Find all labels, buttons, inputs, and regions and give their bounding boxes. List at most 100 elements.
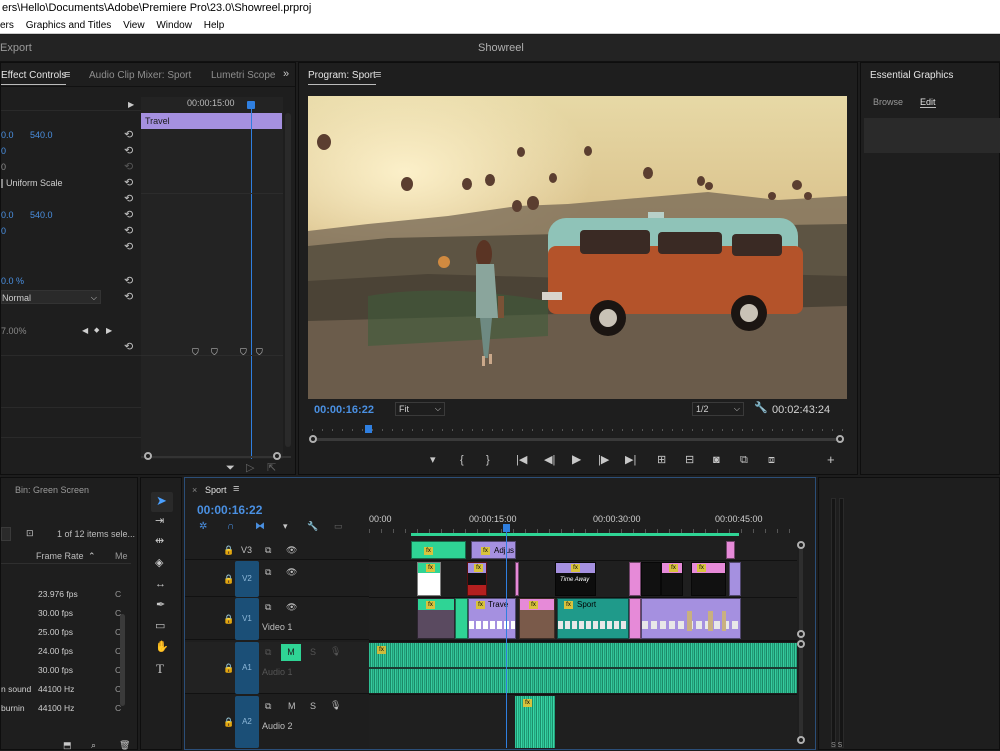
track-select-tool-icon[interactable]: ⇥ xyxy=(155,516,164,527)
timeline-timecode[interactable]: 00:00:16:22 xyxy=(197,503,262,517)
reset-icon[interactable]: ⟲ xyxy=(124,273,133,289)
tab-edit[interactable]: Edit xyxy=(920,97,936,108)
close-sequence-icon[interactable]: × xyxy=(192,485,197,495)
clip-black-v2c[interactable]: fx xyxy=(691,562,726,596)
wrench-icon[interactable]: 🔧 xyxy=(754,403,768,414)
clip-purple-v2[interactable] xyxy=(729,562,741,596)
menu-item-view[interactable]: View xyxy=(123,17,145,34)
sync-lock-icon[interactable]: ⧉ xyxy=(265,701,271,712)
add-keyframe-icon[interactable]: ◆ xyxy=(94,323,99,339)
solo-button-a1[interactable]: S xyxy=(310,647,316,657)
clip-bar-travel[interactable]: Travel xyxy=(141,113,282,129)
add-button-icon[interactable]: + xyxy=(827,453,835,466)
panel-menu-icon[interactable]: ≡ xyxy=(375,70,381,81)
reset-icon[interactable]: ⟲ xyxy=(124,207,133,223)
clip-video-v1a[interactable]: fx xyxy=(417,598,455,639)
track-target-a2[interactable]: A2 xyxy=(235,696,259,748)
play-audio-icon[interactable]: ▷ xyxy=(246,463,254,474)
lock-icon[interactable]: 🔒 xyxy=(223,545,234,556)
scale-value[interactable]: 0 xyxy=(1,143,6,159)
scroll-handle-middle[interactable] xyxy=(797,630,805,638)
clip-title-v2[interactable]: fx Time Away xyxy=(555,562,596,596)
filter-icon[interactable]: ⏷ xyxy=(226,463,235,474)
timeline-ruler[interactable]: 00:00 00:00:15:00 00:00:30:00 00:00:45:0… xyxy=(369,508,797,538)
work-area-bar[interactable] xyxy=(411,533,739,536)
program-playhead-handle[interactable] xyxy=(365,425,373,433)
uniform-scale-label[interactable]: Uniform Scale xyxy=(6,175,63,191)
rectangle-tool-icon[interactable]: ▭ xyxy=(155,621,165,632)
zoom-handle-left[interactable] xyxy=(144,452,152,460)
sync-lock-icon[interactable]: ⧉ xyxy=(265,602,271,613)
mute-button-a2[interactable]: M xyxy=(288,701,296,711)
add-marker-icon[interactable]: ▾ xyxy=(430,455,436,466)
clip-sport[interactable]: fx Sport xyxy=(557,598,629,639)
microphone-icon[interactable]: 🎙 xyxy=(330,646,341,657)
sequence-tab[interactable]: Sport xyxy=(205,485,227,495)
clip-green-v1[interactable] xyxy=(455,598,468,639)
solo-button-a2[interactable]: S xyxy=(310,701,316,711)
track-target-a1[interactable]: A1 xyxy=(235,642,259,694)
pen-tool-icon[interactable]: ✒ xyxy=(156,600,165,611)
anchor-y-value[interactable]: 540.0 xyxy=(30,207,53,223)
position-y-value[interactable]: 540.0 xyxy=(30,127,53,143)
project-item-row[interactable]: n sound 44100 Hz C xyxy=(1,680,121,698)
project-item-row[interactable]: 30.00 fps C xyxy=(1,604,121,622)
keyframe-icon[interactable]: ⛉ xyxy=(192,347,199,358)
keyframe-icon[interactable]: ⛉ xyxy=(256,347,263,358)
lock-icon[interactable]: 🔒 xyxy=(223,663,234,674)
keyframe-icon[interactable]: ⛉ xyxy=(240,347,247,358)
scroll-handle-right[interactable] xyxy=(836,435,844,443)
track-target-v2[interactable]: V2 xyxy=(235,561,259,597)
speed-value[interactable]: 7.00% xyxy=(1,323,27,339)
clip-pink-v2a[interactable] xyxy=(629,562,641,596)
clip-pink-v3[interactable] xyxy=(726,541,735,559)
audio-waveform-a1[interactable]: fx xyxy=(369,643,797,693)
effect-controls-timeline[interactable]: 00:00:15:00 Travel ⛉ ⛉ ⛉ ⛉ xyxy=(141,97,283,459)
lock-icon[interactable]: 🔒 xyxy=(223,614,234,625)
clip-white-v2[interactable]: fx xyxy=(417,562,441,596)
play-icon[interactable]: ▶ xyxy=(572,453,581,465)
extract-icon[interactable]: ⊟ xyxy=(685,455,694,466)
go-to-out-icon[interactable]: ▶| xyxy=(625,455,636,466)
next-keyframe-icon[interactable]: ▶ xyxy=(106,323,112,339)
tab-browse[interactable]: Browse xyxy=(873,97,903,107)
project-item-row[interactable]: 30.00 fps C xyxy=(1,661,121,679)
column-media[interactable]: Me xyxy=(115,551,128,561)
search-icon[interactable]: ⌕ xyxy=(91,740,96,751)
razor-tool-icon[interactable]: ◈ xyxy=(155,558,163,569)
sync-lock-icon[interactable]: ⧉ xyxy=(265,567,271,578)
reset-icon[interactable]: ⟲ xyxy=(124,143,133,159)
search-input[interactable] xyxy=(1,527,11,541)
prev-keyframe-icon[interactable]: ◀ xyxy=(82,323,88,339)
new-bin-icon[interactable]: ⊡ xyxy=(26,528,34,539)
reset-icon[interactable]: ⟲ xyxy=(124,175,133,191)
sync-lock-icon[interactable]: ⧉ xyxy=(265,647,271,658)
mark-in-icon[interactable]: { xyxy=(460,455,464,466)
lift-icon[interactable]: ⊞ xyxy=(657,455,666,466)
effect-zoom-bar[interactable] xyxy=(141,456,291,458)
captions-icon[interactable]: ▭ xyxy=(334,521,343,532)
zoom-handle-right[interactable] xyxy=(273,452,281,460)
anti-flicker-value[interactable]: 0 xyxy=(1,223,6,239)
eye-icon[interactable]: 👁 xyxy=(286,567,297,578)
overwrite-icon[interactable]: ⧈ xyxy=(768,455,775,466)
project-item-row[interactable]: 25.00 fps C xyxy=(1,623,121,641)
effect-controls-scrollbar[interactable] xyxy=(285,113,291,447)
menu-item-help[interactable]: Help xyxy=(204,17,225,34)
playback-resolution-dropdown[interactable]: 1/2 ⌵ xyxy=(692,402,744,416)
clip-red-v2[interactable]: fx xyxy=(467,562,487,596)
clip-travel[interactable]: fx Trave xyxy=(468,598,516,639)
add-marker-icon[interactable]: ▾ xyxy=(283,521,288,532)
more-panels-icon[interactable]: » xyxy=(283,69,289,80)
timeline-playhead-handle[interactable] xyxy=(503,524,510,532)
hand-tool-icon[interactable]: ✋ xyxy=(155,642,169,653)
scroll-handle-left[interactable] xyxy=(309,435,317,443)
track-target-v3[interactable]: V3 xyxy=(241,545,252,555)
clip-black-v2b[interactable]: fx xyxy=(661,562,683,596)
expand-arrow-icon[interactable]: ▶ xyxy=(128,99,134,110)
clip-video-v1b[interactable]: fx xyxy=(519,598,555,639)
menu-item-window[interactable]: Window xyxy=(156,17,192,34)
column-frame-rate[interactable]: Frame Rate xyxy=(36,551,84,561)
program-current-timecode[interactable]: 00:00:16:22 xyxy=(314,404,374,416)
program-monitor-title[interactable]: Program: Sport xyxy=(308,70,376,85)
